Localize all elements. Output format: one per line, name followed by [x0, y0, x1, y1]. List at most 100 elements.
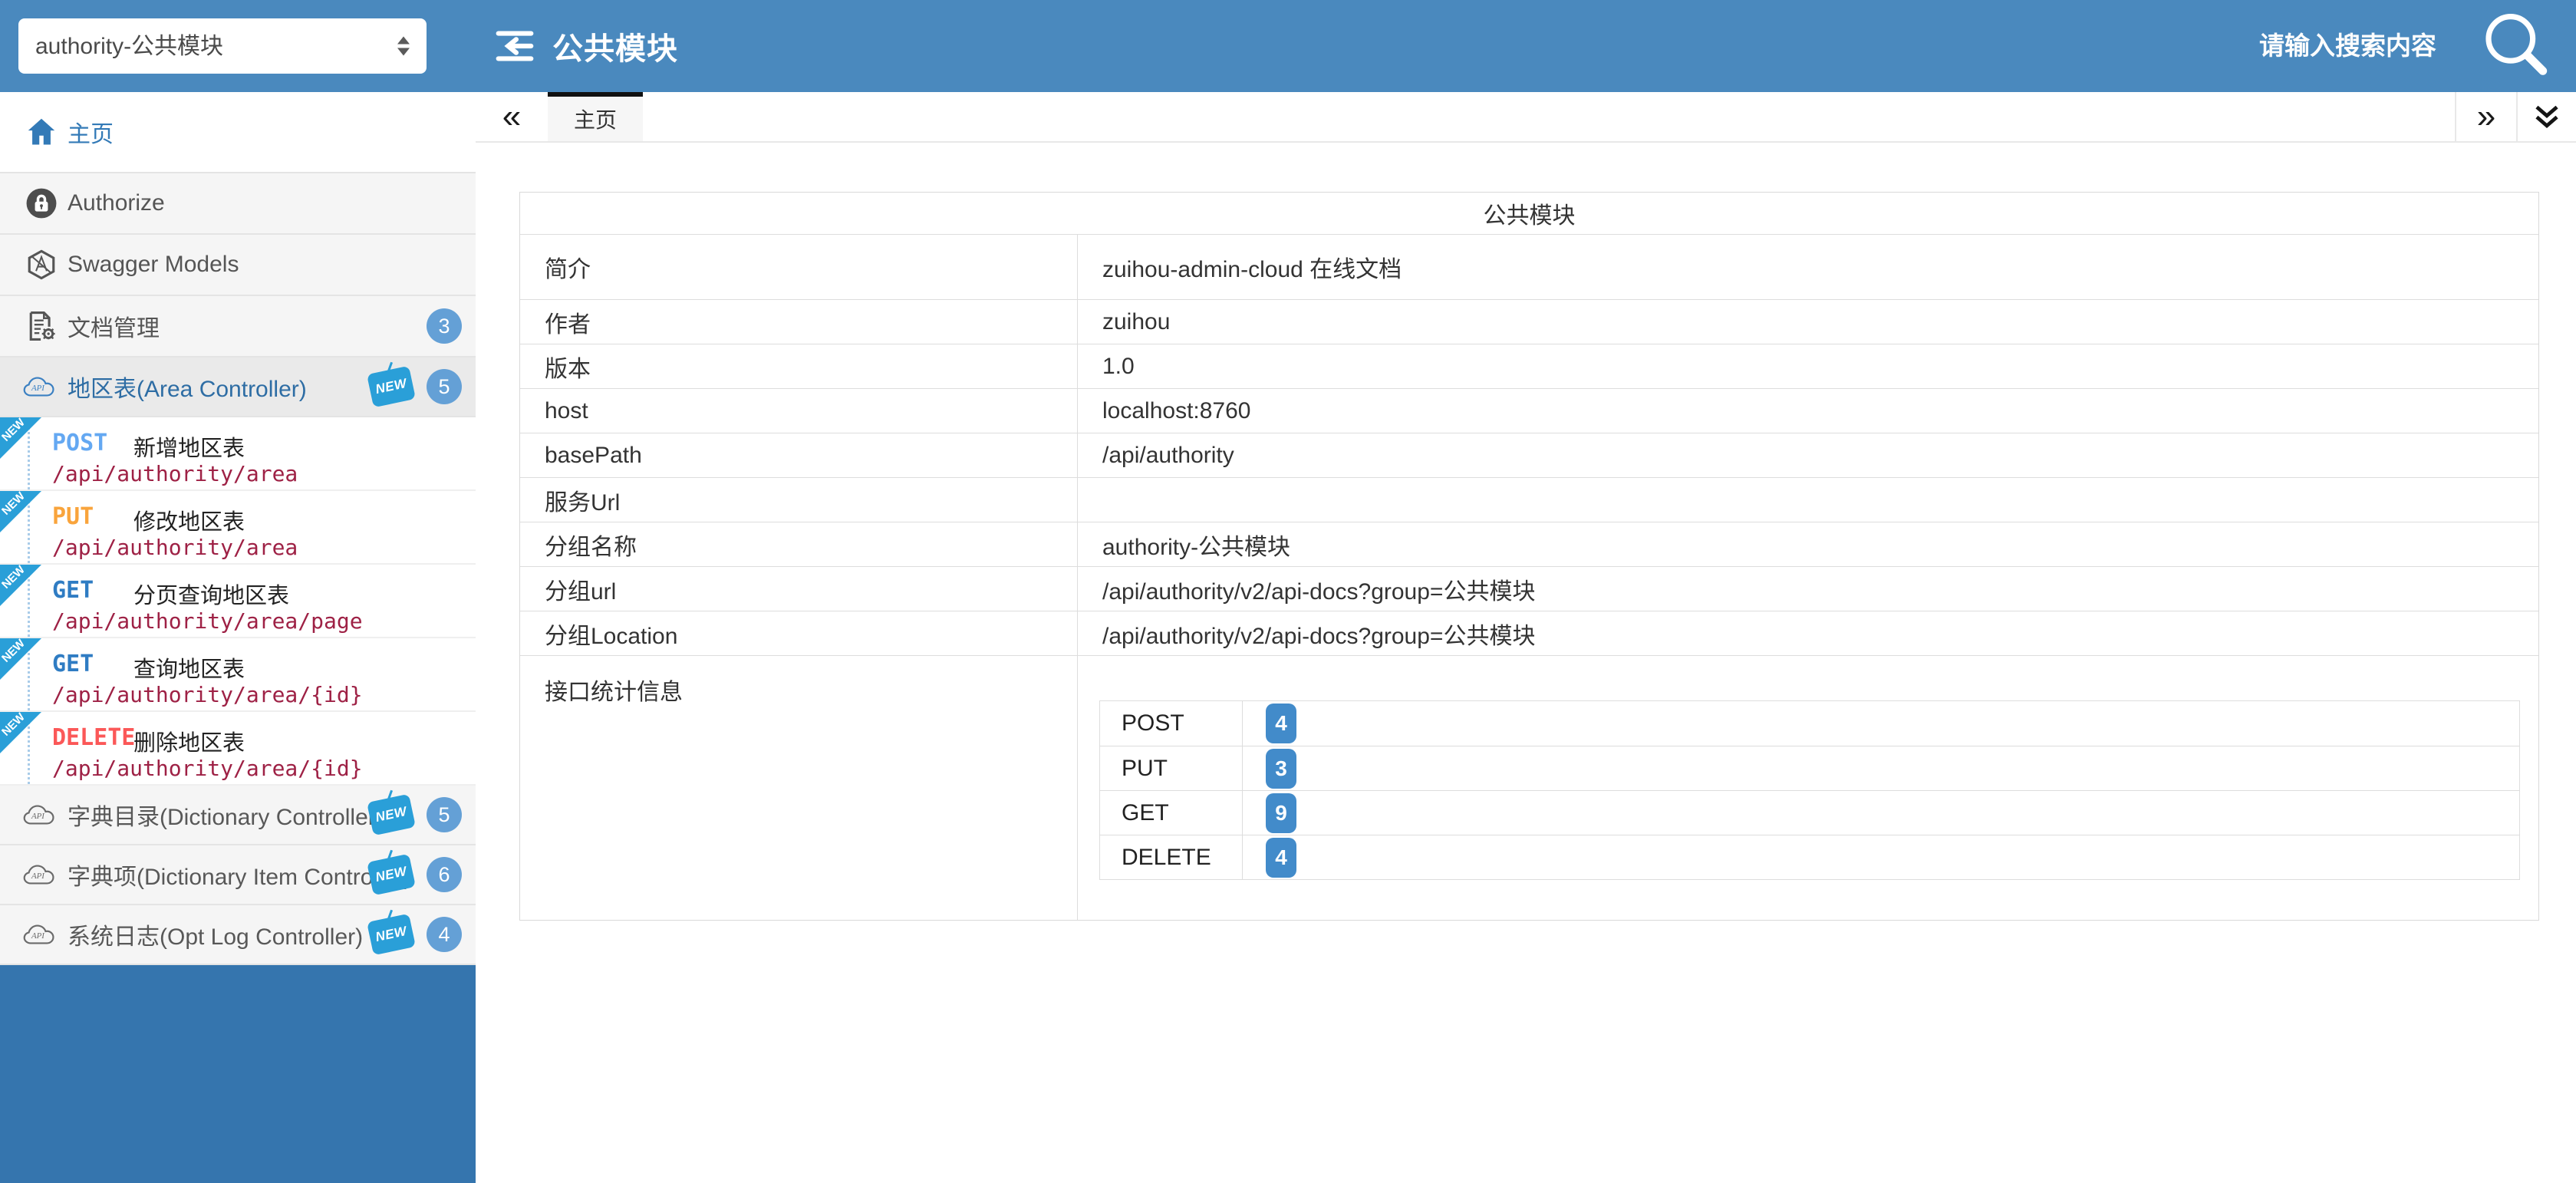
tab-menu-button[interactable]	[2516, 92, 2576, 141]
api-path: /api/authority/area	[52, 461, 298, 486]
stats-table-row: POST 4	[1100, 701, 2519, 746]
api-path: /api/authority/area	[52, 535, 298, 560]
tab-home[interactable]: 主页	[548, 92, 643, 141]
stats-table-row: DELETE 4	[1100, 835, 2519, 879]
sidebar-item-doc-manage[interactable]: 文档管理 3	[0, 296, 476, 358]
count-badge: 5	[427, 797, 462, 832]
row-label: 作者	[520, 300, 1078, 344]
row-label: basePath	[520, 433, 1078, 477]
api-title: 查询地区表	[133, 651, 245, 684]
controller-label: 地区表(Area Controller)	[68, 370, 307, 404]
stats-count-cell: 3	[1243, 746, 2519, 790]
table-title: 公共模块	[520, 193, 2538, 235]
cloud-api-icon: API	[21, 862, 61, 888]
tab-bar: « 主页 »	[476, 92, 2576, 143]
stats-method: DELETE	[1100, 835, 1243, 879]
sidebar-item-label: Authorize	[68, 190, 165, 216]
api-path: /api/authority/area/{id}	[52, 682, 363, 707]
api-list-item[interactable]: NEW POST 新增地区表 /api/authority/area	[0, 417, 476, 491]
page-title: 公共模块	[552, 24, 678, 68]
stats-table: POST 4 PUT 3	[1099, 700, 2520, 880]
top-header: authority-公共模块 公共模块	[0, 0, 2576, 92]
exchange-icon	[492, 24, 537, 68]
sidebar-item-swagger-models[interactable]: Swagger Models	[0, 235, 476, 296]
api-list-item[interactable]: NEW PUT 修改地区表 /api/authority/area	[0, 491, 476, 565]
api-list: NEW POST 新增地区表 /api/authority/area NEW P…	[0, 417, 476, 786]
sidebar: 主页 Authorize Swagger Mode	[0, 92, 476, 1183]
table-row: host localhost:8760	[520, 389, 2538, 433]
row-label: 分组名称	[520, 522, 1078, 566]
stats-table-row: PUT 3	[1100, 746, 2519, 790]
sidebar-controller[interactable]: API 字典目录(Dictionary Controller) NEW 5	[0, 786, 476, 845]
row-value: zuihou	[1078, 300, 2538, 344]
row-value: /api/authority	[1078, 433, 2538, 477]
api-method: GET	[52, 577, 94, 604]
api-method: PUT	[52, 503, 94, 530]
stats-method: GET	[1100, 791, 1243, 835]
svg-text:API: API	[31, 872, 45, 881]
table-row: 分组名称 authority-公共模块	[520, 522, 2538, 567]
stats-cell: POST 4 PUT 3	[1078, 656, 2538, 920]
double-chevron-down-icon	[2532, 102, 2561, 131]
sidebar-item-label: 主页	[68, 115, 114, 149]
api-list-item[interactable]: NEW GET 分页查询地区表 /api/authority/area/page	[0, 565, 476, 638]
api-list-item[interactable]: NEW DELETE 删除地区表 /api/authority/area/{id…	[0, 712, 476, 786]
new-badge-icon: NEW	[367, 366, 416, 408]
expand-tabs-icon[interactable]: »	[2455, 92, 2516, 141]
row-value: authority-公共模块	[1078, 522, 2538, 566]
models-icon	[21, 248, 61, 282]
row-label: 接口统计信息	[520, 656, 1078, 920]
row-label: 分组url	[520, 567, 1078, 611]
stats-method: POST	[1100, 701, 1243, 746]
table-row: 简介 zuihou-admin-cloud 在线文档	[520, 235, 2538, 300]
group-select[interactable]: authority-公共模块	[18, 18, 427, 74]
api-title: 删除地区表	[133, 725, 245, 757]
sidebar-item-label: Swagger Models	[68, 252, 239, 278]
sidebar-controller[interactable]: API 系统日志(Opt Log Controller) NEW 4	[0, 905, 476, 965]
row-label: 分组Location	[520, 611, 1078, 655]
svg-text:API: API	[31, 931, 45, 941]
collapse-tabs-icon[interactable]: «	[476, 92, 548, 141]
new-badge-icon: NEW	[367, 914, 416, 956]
table-row: 分组url /api/authority/v2/api-docs?group=公…	[520, 567, 2538, 611]
row-value: localhost:8760	[1078, 389, 2538, 433]
api-title: 新增地区表	[133, 430, 245, 463]
controller-label: 系统日志(Opt Log Controller)	[68, 918, 363, 951]
search-area	[2007, 0, 2576, 92]
count-badge: 3	[427, 308, 462, 344]
table-row: 版本 1.0	[520, 344, 2538, 389]
svg-text:API: API	[31, 384, 45, 393]
search-icon[interactable]	[2479, 9, 2553, 83]
api-title: 分页查询地区表	[133, 578, 289, 610]
cloud-api-icon: API	[21, 802, 61, 828]
stats-count-badge: 3	[1266, 749, 1296, 789]
brand: 公共模块	[492, 0, 678, 92]
cloud-api-icon: API	[21, 921, 61, 947]
api-path: /api/authority/area/page	[52, 608, 363, 634]
stats-table-row: GET 9	[1100, 790, 2519, 835]
stats-count-cell: 9	[1243, 791, 2519, 835]
sidebar-item-authorize[interactable]: Authorize	[0, 173, 476, 235]
row-value: /api/authority/v2/api-docs?group=公共模块	[1078, 611, 2538, 655]
search-input[interactable]	[2007, 31, 2436, 61]
table-row: basePath /api/authority	[520, 433, 2538, 478]
sidebar-controller-area[interactable]: API 地区表(Area Controller) NEW 5	[0, 358, 476, 417]
stats-count-cell: 4	[1243, 701, 2519, 746]
stats-count-badge: 4	[1266, 838, 1296, 878]
controller-label: 字典目录(Dictionary Controller)	[68, 798, 384, 832]
row-value	[1078, 478, 2538, 522]
row-label: 简介	[520, 235, 1078, 299]
svg-text:API: API	[31, 812, 45, 821]
count-badge: 5	[427, 369, 462, 404]
table-row: 分组Location /api/authority/v2/api-docs?gr…	[520, 611, 2538, 656]
row-value: 1.0	[1078, 344, 2538, 388]
document-gear-icon	[21, 309, 61, 343]
api-title: 修改地区表	[133, 504, 245, 536]
swagger-doc-page: authority-公共模块 公共模块	[0, 0, 2576, 1183]
count-badge: 6	[427, 857, 462, 892]
row-value: /api/authority/v2/api-docs?group=公共模块	[1078, 567, 2538, 611]
api-method: DELETE	[52, 724, 135, 751]
sidebar-item-home[interactable]: 主页	[0, 92, 476, 173]
api-list-item[interactable]: NEW GET 查询地区表 /api/authority/area/{id}	[0, 638, 476, 712]
sidebar-controller[interactable]: API 字典项(Dictionary Item Controller) NEW …	[0, 845, 476, 905]
